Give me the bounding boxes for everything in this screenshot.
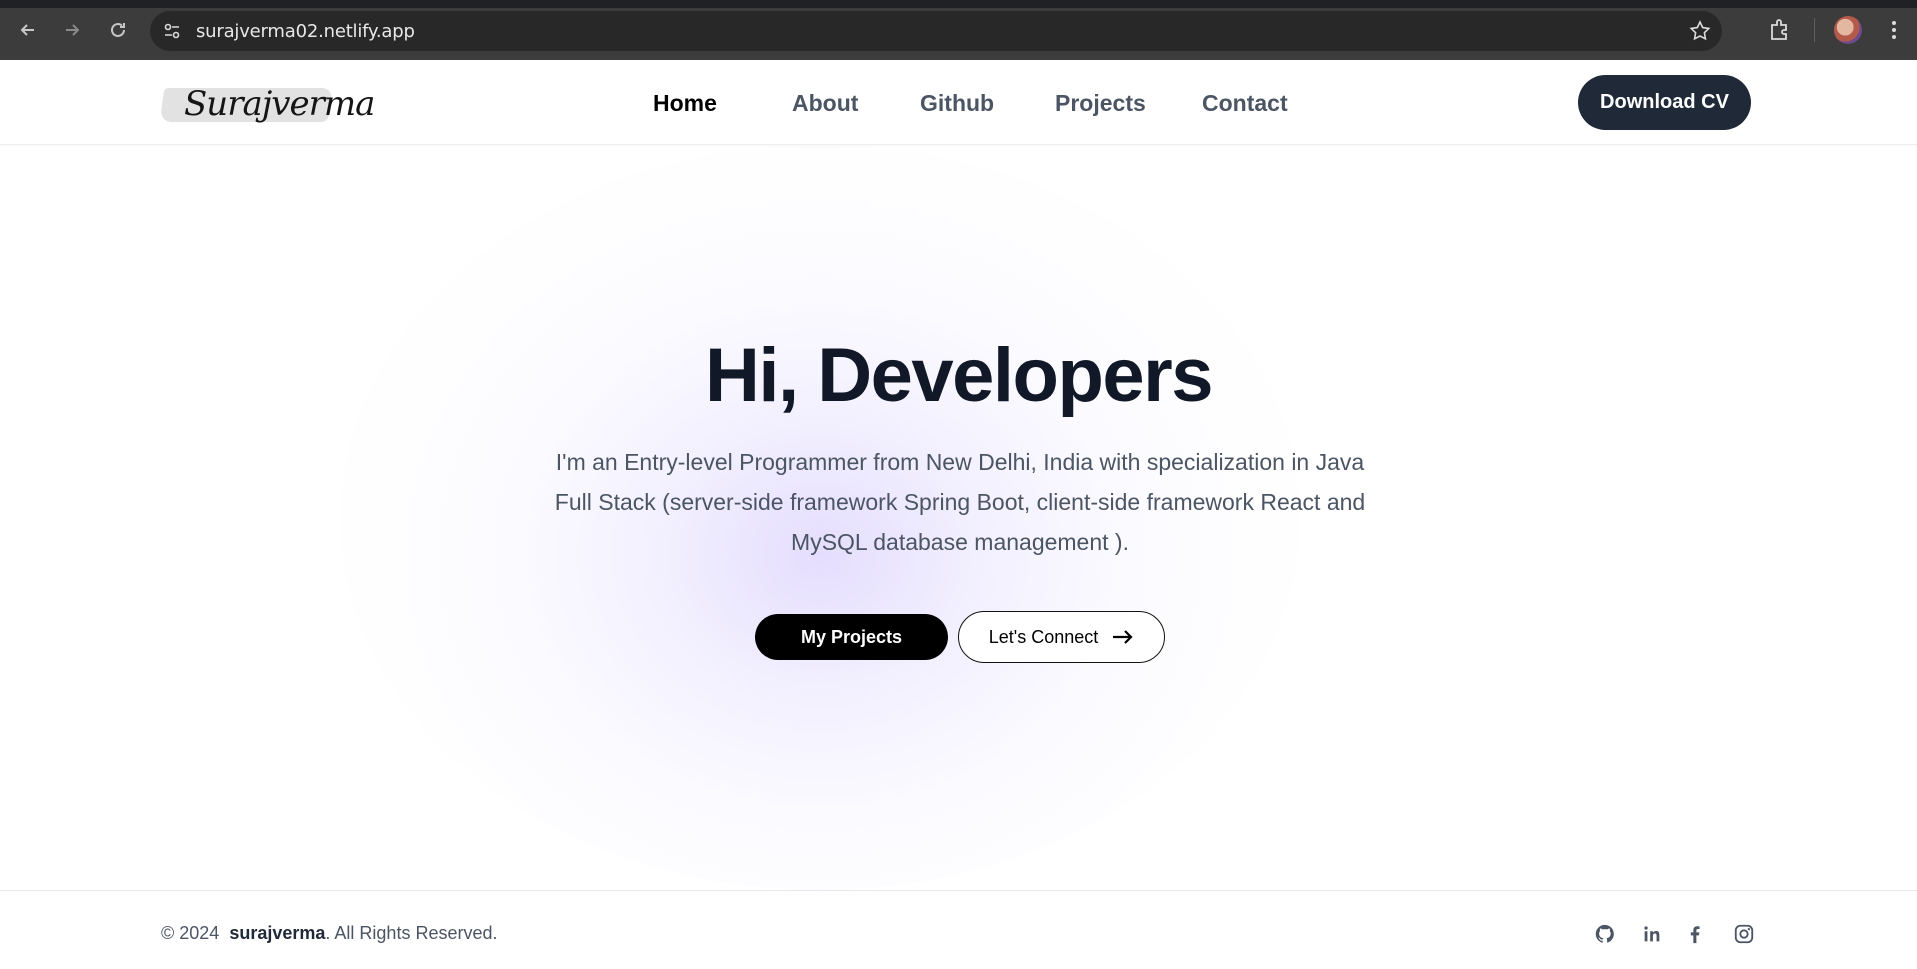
copyright-text: © 2024 surajverma. All Rights Reserved. [161, 923, 497, 944]
arrow-right-icon [1113, 630, 1133, 644]
nav-projects[interactable]: Projects [1055, 90, 1146, 117]
github-icon[interactable] [1592, 921, 1618, 947]
hero-title: Hi, Developers [705, 333, 1214, 418]
download-cv-button[interactable]: Download CV [1578, 75, 1751, 130]
toolbar-divider [1814, 18, 1815, 42]
site-info-icon[interactable] [160, 19, 184, 43]
copyright-brand[interactable]: surajverma [229, 923, 325, 943]
linkedin-icon[interactable] [1639, 921, 1665, 947]
forward-icon[interactable] [56, 14, 88, 46]
nav-contact[interactable]: Contact [1202, 90, 1288, 117]
url-text[interactable]: surajverma02.netlify.app [196, 21, 415, 42]
facebook-icon[interactable] [1682, 921, 1708, 947]
site-header: Surajverma Home About Github Projects Co… [0, 60, 1917, 145]
more-menu-icon[interactable] [1880, 16, 1908, 44]
instagram-icon[interactable] [1731, 921, 1757, 947]
my-projects-button[interactable]: My Projects [755, 614, 948, 660]
tab-strip [0, 0, 1917, 8]
bookmark-star-icon[interactable] [1688, 19, 1712, 43]
browser-toolbar: surajverma02.netlify.app [0, 0, 1917, 60]
nav-about[interactable]: About [792, 90, 858, 117]
back-icon[interactable] [12, 14, 44, 46]
site-footer: © 2024 surajverma. All Rights Reserved. [0, 890, 1917, 969]
address-bar[interactable]: surajverma02.netlify.app [150, 11, 1722, 51]
lets-connect-label: Let's Connect [988, 626, 1099, 647]
lets-connect-button[interactable]: Let's Connect [958, 611, 1165, 663]
extensions-icon[interactable] [1766, 16, 1794, 44]
nav-github[interactable]: Github [920, 90, 994, 117]
hero-description: I'm an Entry-level Programmer from New D… [554, 449, 1366, 555]
copyright-prefix: © 2024 [161, 923, 220, 943]
copyright-suffix: . All Rights Reserved. [325, 923, 498, 943]
profile-avatar[interactable] [1834, 16, 1862, 44]
nav-home[interactable]: Home [653, 90, 717, 117]
reload-icon[interactable] [102, 14, 134, 46]
